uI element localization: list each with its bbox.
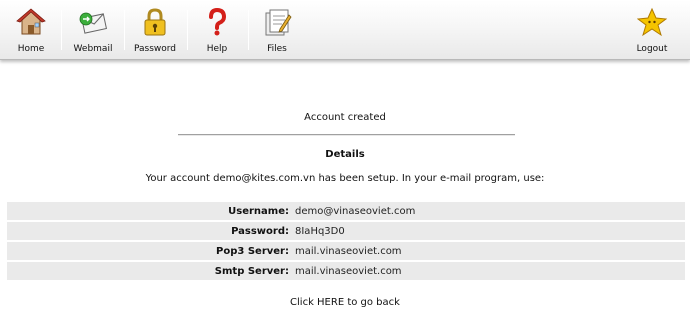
- home-label: Home: [17, 44, 45, 54]
- top-toolbar: Home Webmail Password Help Files Logout: [0, 0, 690, 60]
- pop3-server-value: mail.vinaseoviet.com: [293, 242, 685, 260]
- webmail-icon: [78, 7, 108, 37]
- logout-button[interactable]: Logout: [630, 0, 674, 60]
- back-row: Click HERE to go back: [0, 297, 690, 308]
- padlock-icon: [140, 7, 170, 37]
- table-row: Username: demo@vinaseoviet.com: [7, 202, 685, 220]
- help-button[interactable]: Help: [193, 0, 241, 60]
- home-icon: [16, 7, 46, 37]
- question-mark-icon: [202, 7, 232, 37]
- help-label: Help: [206, 44, 228, 54]
- table-row: Smtp Server: mail.vinaseoviet.com: [7, 262, 685, 280]
- smtp-server-value: mail.vinaseoviet.com: [293, 262, 685, 280]
- setup-text: Your account demo@kites.com.vn has been …: [145, 173, 545, 184]
- password-value: 8IaHq3D0: [293, 222, 685, 240]
- password-button[interactable]: Password: [129, 0, 181, 60]
- status-message: Account created: [304, 112, 386, 123]
- home-button[interactable]: Home: [8, 0, 54, 60]
- webmail-button[interactable]: Webmail: [66, 0, 120, 60]
- webmail-label: Webmail: [73, 44, 113, 54]
- go-back-link[interactable]: Click HERE to go back: [290, 297, 400, 308]
- password-key: Password:: [7, 222, 293, 240]
- toolbar-divider: [187, 10, 188, 50]
- files-button[interactable]: Files: [254, 0, 300, 60]
- table-row: Password: 8IaHq3D0: [7, 222, 685, 240]
- username-value: demo@vinaseoviet.com: [293, 202, 685, 220]
- username-key: Username:: [7, 202, 293, 220]
- details-heading: Details: [325, 149, 365, 160]
- toolbar-divider: [61, 10, 62, 50]
- smtp-server-key: Smtp Server:: [7, 262, 293, 280]
- account-details-table: Username: demo@vinaseoviet.com Password:…: [7, 200, 685, 282]
- star-icon: [636, 7, 668, 37]
- table-row: Pop3 Server: mail.vinaseoviet.com: [7, 242, 685, 260]
- toolbar-divider: [248, 10, 249, 50]
- pop3-server-key: Pop3 Server:: [7, 242, 293, 260]
- password-label: Password: [133, 44, 177, 54]
- files-icon: [262, 7, 292, 37]
- logout-label: Logout: [636, 44, 668, 54]
- files-label: Files: [267, 44, 287, 54]
- toolbar-divider: [124, 10, 125, 50]
- divider: [178, 134, 515, 136]
